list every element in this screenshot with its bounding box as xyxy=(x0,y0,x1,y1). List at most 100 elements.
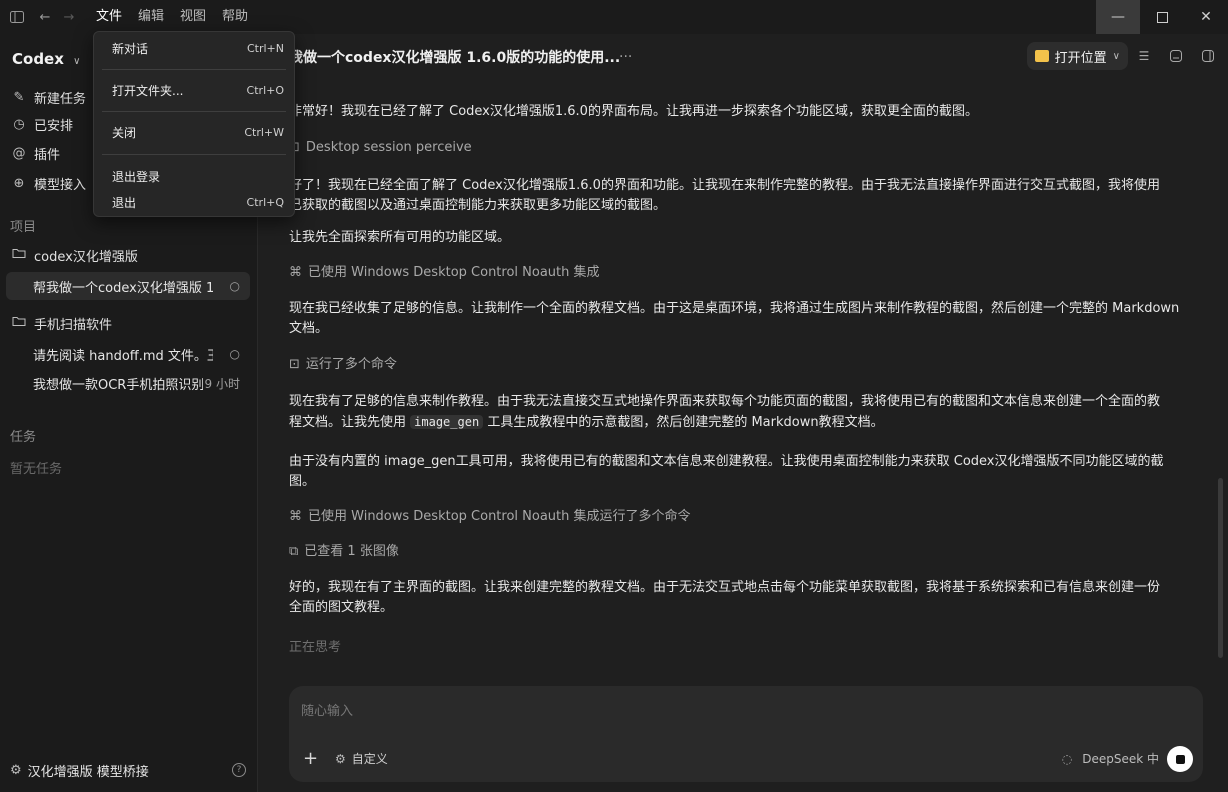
menu-divider xyxy=(102,154,286,155)
project-scanner[interactable]: 手机扫描软件 xyxy=(10,310,112,336)
thread-item[interactable]: 帮我做一个codex汉化增强版 1 ○ xyxy=(6,272,250,300)
assistant-message: 好了！我现在已经全面了解了 Codex汉化增强版1.6.0的界面和功能。让我现在… xyxy=(289,176,1199,216)
menu-item-exit[interactable]: 退出 Ctrl+Q xyxy=(94,189,294,215)
thread-title: 我想做一款OCR手机拍照识别 xyxy=(33,377,203,393)
assistant-message: 让我先全面探索所有可用的功能区域。 xyxy=(289,230,511,245)
menu-divider xyxy=(102,69,286,70)
model-selector[interactable]: ◌ DeepSeek 中 xyxy=(1062,750,1159,767)
model-label: DeepSeek 中 xyxy=(1082,752,1159,766)
more-options-icon[interactable]: ··· xyxy=(619,49,632,65)
project-codex[interactable]: codex汉化增强版 xyxy=(10,242,138,268)
sidebar-item-plugins[interactable]: @ 插件 xyxy=(10,140,61,166)
sidebar-item-label: 新建任务 xyxy=(34,91,87,107)
sidebar-item-label: 插件 xyxy=(34,147,61,163)
folder-icon xyxy=(10,315,28,331)
tool-call-label: 运行了多个命令 xyxy=(305,357,397,372)
menu-edit[interactable]: 编辑 xyxy=(130,0,172,34)
tool-call-item[interactable]: ⌘ 已使用 Windows Desktop Control Noauth 集成运行… xyxy=(289,507,691,527)
scrollbar[interactable] xyxy=(1218,478,1223,658)
footer-label: 汉化增强版 模型桥接 xyxy=(27,764,149,780)
app-name-label: Codex xyxy=(12,50,64,68)
chat-header: 帮我做一个codex汉化增强版 1.6.0版的功能的使用... ··· 打开位置… xyxy=(259,34,1228,80)
menu-view[interactable]: 视图 xyxy=(172,0,214,34)
inline-code: image_gen xyxy=(410,415,484,429)
menu-help[interactable]: 帮助 xyxy=(214,0,256,34)
folder-icon xyxy=(10,247,28,263)
menu-file[interactable]: 文件 xyxy=(88,0,130,34)
message-line: 现在我有了足够的信息来制作教程。由于我无法直接交互式地操作界面来获取每个功能页面… xyxy=(289,394,1161,409)
menu-item-label: 关闭 xyxy=(112,125,137,140)
tool-call-item[interactable]: ⊡Desktop session perceive xyxy=(289,138,472,158)
stop-button[interactable] xyxy=(1167,746,1193,772)
thread-time: 9 小时 xyxy=(204,376,240,391)
thread-title: 请先阅读 handoff.md 文件。王 xyxy=(33,348,213,364)
assistant-message: 好的，我现在有了主界面的截图。让我来创建完整的教程文档。由于无法交互式地点击每个… xyxy=(289,578,1199,618)
tool-call-label: 已使用 Windows Desktop Control Noauth 集成运行了… xyxy=(308,509,691,524)
menu-item-new-chat[interactable]: 新对话 Ctrl+N xyxy=(94,35,294,61)
sidebar-item-model-access[interactable]: ⊕ 模型接入 xyxy=(10,170,86,196)
message-input[interactable] xyxy=(301,700,1181,722)
clock-icon: ◷ xyxy=(13,116,25,132)
custom-button[interactable]: ⚙ 自定义 xyxy=(335,750,388,767)
tasks-heading: 任务 xyxy=(10,430,37,445)
chat-title: 帮我做一个codex汉化增强版 1.6.0版的功能的使用... xyxy=(275,50,621,66)
sidebar-item-label: 已安排 xyxy=(34,118,74,134)
at-icon: @ xyxy=(12,145,26,161)
tool-call-item[interactable]: ⊡ 运行了多个命令 xyxy=(289,355,397,375)
thinking-status: 正在思考 xyxy=(289,640,342,655)
edit-icon: ✎ xyxy=(13,89,25,105)
tool-call-item[interactable]: ⧉ 已查看 1 张图像 xyxy=(289,542,399,562)
back-arrow-icon[interactable]: ← xyxy=(36,8,54,26)
menu-item-logout[interactable]: 退出登录 xyxy=(94,163,294,189)
assistant-message: 由于没有内置的 image_gen工具可用，我将使用已有的截图和文本信息来创建教… xyxy=(289,452,1199,492)
message-text: 程文档。让我先使用 xyxy=(289,415,407,430)
message-line: 已获取的截图以及通过桌面控制能力来获取更多功能区域的截图。 xyxy=(289,198,667,213)
loading-spinner-icon: ○ xyxy=(229,347,240,361)
menu-item-label: 打开文件夹... xyxy=(112,83,184,98)
app-switcher[interactable]: Codex ∨ xyxy=(12,50,80,68)
message-line: 程文档。让我先使用 image_gen 工具生成教程中的示意截图，然后创建完整的… xyxy=(289,412,1199,433)
help-icon[interactable]: ? xyxy=(232,763,246,777)
thread-item[interactable]: 请先阅读 handoff.md 文件。王 ○ xyxy=(6,340,250,368)
menu-item-label: 退出登录 xyxy=(112,169,161,184)
sidebar-footer[interactable]: ⚙ 汉化增强版 模型桥接 ? xyxy=(10,758,246,782)
list-icon[interactable]: ☰ xyxy=(1136,48,1152,64)
tool-call-label: 已查看 1 张图像 xyxy=(304,544,399,559)
panel-icon[interactable] xyxy=(1168,48,1184,64)
open-location-button[interactable]: 打开位置 ∨ xyxy=(1026,42,1128,70)
tool-call-label: 已使用 Windows Desktop Control Noauth 集成 xyxy=(308,265,600,280)
sidebar-item-label: 模型接入 xyxy=(34,177,87,193)
tool-call-item[interactable]: ⌘ 已使用 Windows Desktop Control Noauth 集成 xyxy=(289,263,600,283)
gear-icon: ⚙ xyxy=(335,751,346,766)
sidebar-toggle-icon[interactable] xyxy=(8,8,26,26)
message-text: 工具生成教程中的示意截图，然后创建完整的 Markdown教程文档。 xyxy=(487,415,884,430)
thread-item[interactable]: 我想做一款OCR手机拍照识别 9 小时 xyxy=(6,369,250,397)
menu-item-close[interactable]: 关闭 Ctrl+W xyxy=(94,119,294,145)
folder-icon xyxy=(1034,50,1049,62)
menu-divider xyxy=(102,111,286,112)
title-bar: ← → 文件 编辑 视图 帮助 — ✕ xyxy=(0,0,1228,34)
terminal-icon: ⊡ xyxy=(289,357,300,372)
message-line: 文档。 xyxy=(289,321,329,336)
tool-call-label: Desktop session perceive xyxy=(305,140,472,155)
add-attachment-button[interactable]: + xyxy=(303,748,318,769)
custom-label: 自定义 xyxy=(351,752,388,766)
side-panel-icon[interactable] xyxy=(1200,48,1216,64)
image-icon: ⧉ xyxy=(289,544,299,559)
project-name: 手机扫描软件 xyxy=(34,317,113,333)
plus-circle-icon: ⊕ xyxy=(13,175,25,191)
composer: + ⚙ 自定义 ◌ DeepSeek 中 xyxy=(289,686,1203,782)
loading-spinner-icon: ◌ xyxy=(1061,751,1073,766)
sidebar-item-new-task[interactable]: ✎ 新建任务 xyxy=(10,84,86,110)
minimize-button[interactable]: — xyxy=(1096,0,1140,34)
close-button[interactable]: ✕ xyxy=(1184,0,1228,34)
assistant-message: 非常好！我现在已经了解了 Codex汉化增强版1.6.0的界面布局。让我再进一步… xyxy=(289,104,978,119)
menu-item-label: 退出 xyxy=(112,195,137,210)
loading-spinner-icon: ○ xyxy=(229,279,240,293)
integration-icon: ⌘ xyxy=(289,265,302,280)
forward-arrow-icon[interactable]: → xyxy=(60,8,78,26)
sidebar-item-scheduled[interactable]: ◷ 已安排 xyxy=(10,111,73,137)
maximize-button[interactable] xyxy=(1140,0,1184,34)
menu-item-open-folder[interactable]: 打开文件夹... Ctrl+O xyxy=(94,77,294,103)
message-line: 好的，我现在有了主界面的截图。让我来创建完整的教程文档。由于无法交互式地点击每个… xyxy=(289,580,1161,595)
